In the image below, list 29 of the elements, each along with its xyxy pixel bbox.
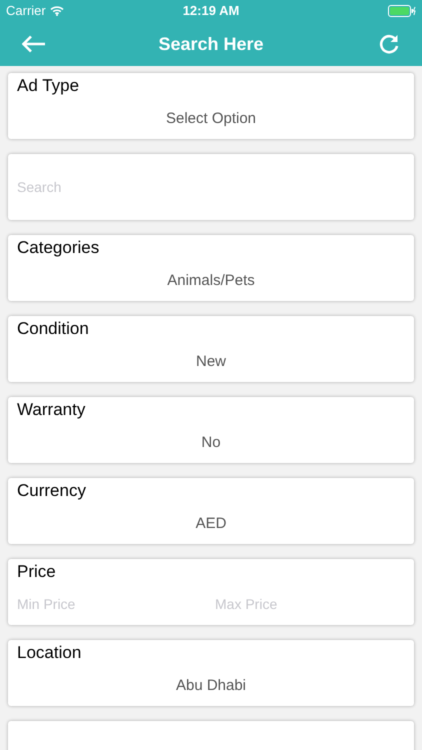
select-field[interactable]: Condition New: [8, 316, 414, 382]
field-label: Location: [17, 642, 82, 664]
refresh-icon: [378, 33, 400, 55]
field-value: No: [200, 434, 222, 452]
select-field[interactable]: Categories Animals/Pets: [8, 235, 414, 301]
select-field[interactable]: Ad Type Select Option: [8, 73, 414, 139]
min-price-input[interactable]: Min Price: [17, 594, 215, 615]
field-label: Currency: [17, 480, 87, 502]
battery-icon: [388, 5, 416, 17]
field-value: Abu Dhabi: [174, 677, 248, 695]
field-value: New: [194, 353, 227, 371]
field-label: Warranty: [17, 399, 86, 421]
field-label: Ad Type: [17, 75, 80, 97]
max-price-input[interactable]: Max Price: [215, 594, 395, 615]
field-value: AED: [194, 515, 228, 533]
field-label: Categories: [17, 237, 100, 259]
wifi-icon: [50, 6, 64, 16]
carrier-label: Carrier: [6, 2, 46, 20]
nav-title: Search Here: [157, 32, 265, 56]
field-label: Condition: [17, 318, 90, 340]
search-field[interactable]: Search: [8, 154, 414, 220]
status-time: 12:19 AM: [182, 2, 240, 20]
back-arrow-icon: [22, 35, 46, 53]
select-field[interactable]: Warranty No: [8, 397, 414, 463]
field-label: Price: [17, 561, 57, 583]
select-field[interactable]: Currency AED: [8, 478, 414, 544]
select-field[interactable]: Location Abu Dhabi: [8, 640, 414, 706]
field-value: Animals/Pets: [166, 272, 256, 290]
field-value: Select Option: [164, 110, 258, 128]
